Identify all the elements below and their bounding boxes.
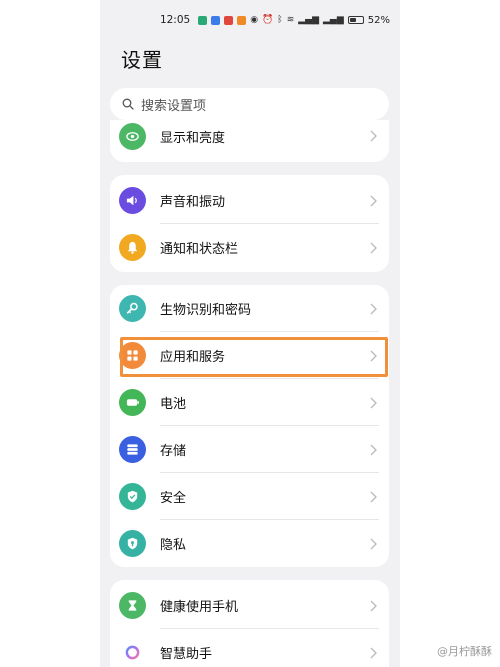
settings-item-label: 安全 — [160, 491, 187, 506]
settings-item-smart-assistant[interactable]: 智慧助手 — [110, 629, 389, 667]
assistant-ring-icon — [119, 639, 146, 666]
alarm-icon: ⏰ — [262, 15, 274, 25]
chevron-right-icon — [370, 397, 377, 408]
settings-item-label: 显示和亮度 — [160, 130, 226, 146]
signal-icon: ▂▄▆ — [323, 15, 344, 25]
speaker-icon — [119, 187, 146, 214]
highlight-annotation-box — [120, 337, 388, 377]
settings-item-battery[interactable]: 电池 — [110, 379, 389, 426]
chevron-right-icon — [370, 444, 377, 455]
search-input[interactable]: 搜索设置项 — [110, 88, 389, 120]
settings-item-label: 隐私 — [160, 538, 187, 553]
storage-icon — [119, 436, 146, 463]
settings-item-label: 生物识别和密码 — [160, 303, 252, 318]
settings-item-notifications-statusbar[interactable]: 通知和状态栏 — [110, 224, 389, 271]
settings-item-privacy[interactable]: 隐私 — [110, 520, 389, 567]
chevron-right-icon — [370, 303, 377, 314]
chevron-right-icon — [370, 242, 377, 253]
status-time: 12:05 — [159, 14, 191, 26]
chevron-right-icon — [370, 600, 377, 611]
chevron-right-icon — [370, 538, 377, 549]
signal-icon: ▂▄▆ — [298, 15, 319, 25]
status-bar: 12:05 ◉ ⏰ ᛒ ≋ ▂▄▆ ▂▄▆ 52% — [100, 10, 400, 30]
settings-item-biometrics-password[interactable]: 生物识别和密码 — [110, 285, 389, 332]
watermark: @月柠酥酥 — [437, 645, 492, 658]
wifi-icon: ≋ — [286, 15, 295, 25]
settings-group: 显示和亮度 — [110, 120, 389, 162]
settings-item-label: 电池 — [160, 397, 187, 412]
chevron-right-icon — [370, 647, 377, 658]
settings-item-display-brightness[interactable]: 显示和亮度 — [110, 120, 389, 154]
settings-item-label: 健康使用手机 — [160, 600, 239, 615]
settings-item-sound-vibration[interactable]: 声音和振动 — [110, 177, 389, 224]
battery-icon — [119, 389, 146, 416]
search-icon — [122, 98, 134, 110]
app-notification-icon — [237, 15, 247, 25]
shield-check-icon — [119, 483, 146, 510]
settings-item-label: 通知和状态栏 — [160, 242, 239, 257]
settings-item-storage[interactable]: 存储 — [110, 426, 389, 473]
settings-group: 声音和振动 通知和状态栏 — [110, 175, 389, 272]
battery-icon — [347, 16, 364, 24]
chevron-right-icon — [370, 130, 377, 142]
eye-comfort-icon: ◉ — [250, 15, 259, 25]
settings-screen: 12:05 ◉ ⏰ ᛒ ≋ ▂▄▆ ▂▄▆ 52% 设置 搜索设置项 显示和亮度 — [100, 0, 400, 667]
bluetooth-icon: ᛒ — [277, 15, 283, 25]
settings-item-label: 智慧助手 — [160, 647, 213, 662]
app-notification-icon — [198, 15, 208, 25]
search-placeholder: 搜索设置项 — [141, 98, 207, 114]
settings-group: 健康使用手机 智慧助手 — [110, 580, 389, 667]
settings-item-label: 存储 — [160, 444, 187, 459]
settings-group: 生物识别和密码 应用和服务 电池 存储 安全 隐私 — [110, 285, 389, 567]
privacy-shield-icon — [119, 530, 146, 557]
chevron-right-icon — [370, 491, 377, 502]
chevron-right-icon — [370, 195, 377, 206]
key-icon — [119, 295, 146, 322]
page-title: 设置 — [121, 48, 163, 72]
battery-percent: 52% — [367, 14, 390, 26]
bell-icon — [119, 234, 146, 261]
settings-item-security[interactable]: 安全 — [110, 473, 389, 520]
app-notification-icon — [211, 15, 221, 25]
hourglass-icon — [119, 592, 146, 619]
settings-item-digital-wellbeing[interactable]: 健康使用手机 — [110, 582, 389, 629]
eye-icon — [119, 122, 146, 150]
app-notification-icon — [224, 15, 234, 25]
settings-item-label: 声音和振动 — [160, 195, 226, 210]
